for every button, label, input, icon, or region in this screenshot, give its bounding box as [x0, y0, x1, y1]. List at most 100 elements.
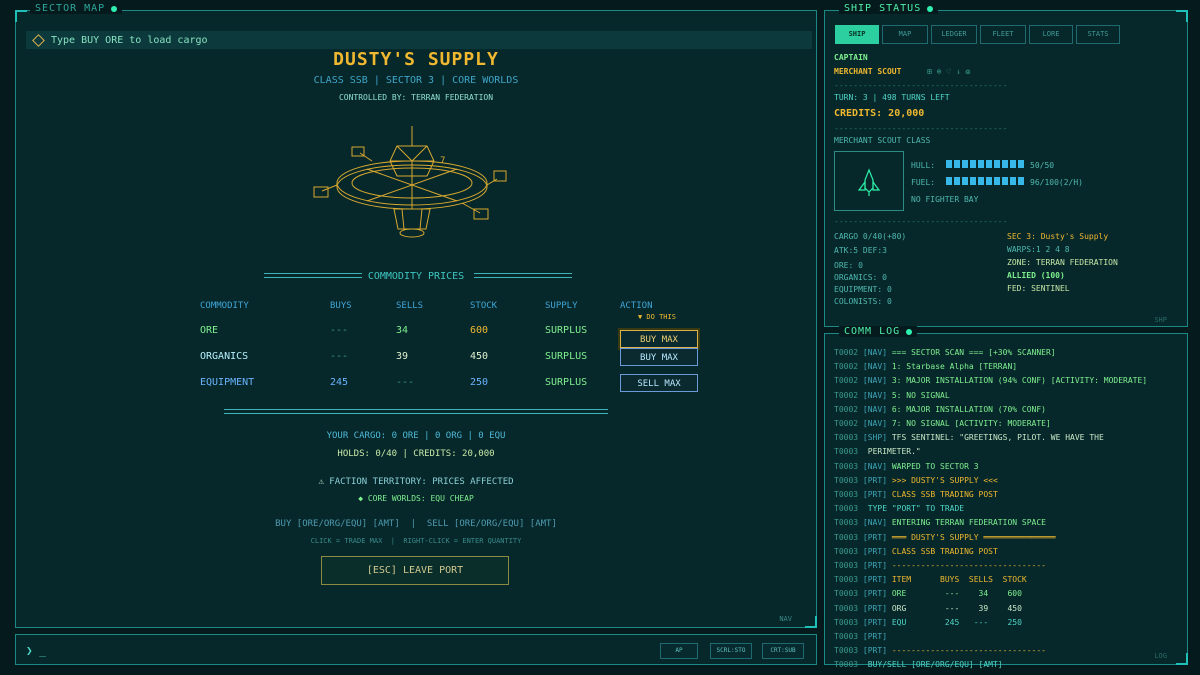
tab-stats[interactable]: STATS: [1076, 25, 1120, 44]
log-tag-label: [PRT]: [862, 589, 888, 599]
bar-segment: [962, 177, 968, 185]
log-timestamp: T0003: [834, 575, 859, 585]
current-sector: SEC 3: Dusty's Supply: [1007, 232, 1109, 241]
leave-port-button[interactable]: [ESC] LEAVE PORT: [321, 556, 509, 585]
ship-module-icons: ⊞ ⊕ ♡ ⇂ ❂: [927, 67, 971, 76]
key-hint-ap[interactable]: AP: [660, 643, 698, 659]
captain-rank: CAPTAIN: [834, 53, 868, 62]
log-timestamp: T0002: [834, 419, 859, 428]
command-input[interactable]: ❯ _: [26, 644, 46, 657]
log-tag-label: [PRT]: [862, 475, 888, 485]
log-entry: T0003 [PRT]: [834, 632, 892, 641]
log-entry: T0002 [NAV] 5: NO SIGNAL: [834, 391, 950, 400]
log-timestamp: T0002: [834, 390, 859, 400]
buys-price: 245: [330, 377, 349, 388]
tab-map[interactable]: MAP: [882, 25, 928, 44]
tab-ship[interactable]: SHIP: [835, 25, 879, 44]
sells-price: 39: [396, 351, 409, 362]
sell-max-equipment-button[interactable]: SELL MAX: [620, 374, 698, 392]
log-message: 1: Starbase Alpha [TERRAN]: [891, 362, 1018, 372]
warp-list: WARPS:1 2 4 8: [1007, 245, 1070, 254]
log-entry: T0002 [NAV] 6: MAJOR INSTALLATION (70% C…: [834, 405, 1046, 414]
tab-lore[interactable]: LORE: [1029, 25, 1073, 44]
hint-bar: Type BUY ORE to load cargo: [26, 31, 812, 49]
hull-label: HULL:: [911, 161, 936, 170]
log-tag-label: [NAV]: [862, 518, 888, 528]
log-entry: T0003 [PRT] ITEM BUYS SELLS STOCK: [834, 575, 1027, 584]
supply-status: SURPLUS: [545, 325, 588, 336]
log-entry: T0002 [NAV] 1: Starbase Alpha [TERRAN]: [834, 362, 1017, 371]
log-timestamp: T0003: [834, 532, 859, 542]
table-row: EQUIPMENT 245 --- 250 SURPLUS SELL MAX: [186, 373, 746, 393]
key-hint-submit[interactable]: CRT:SUB: [762, 643, 804, 659]
log-message: 3: MAJOR INSTALLATION (94% CONF) [ACTIVI…: [891, 376, 1148, 386]
log-tag-label: [NAV]: [862, 362, 888, 372]
diamond-bullet-icon: ◆: [358, 494, 364, 503]
log-tag-label: [NAV]: [862, 404, 888, 414]
bar-segment: [994, 177, 1000, 185]
cargo-ore: ORE: 0: [834, 261, 863, 270]
log-entry: T0003 [PRT] EQU 245 --- 250: [834, 618, 1022, 627]
log-entry: T0003 [PRT] CLASS SSB TRADING POST: [834, 547, 998, 556]
log-message: ORE --- 34 600: [891, 589, 1022, 599]
status-dot-icon: [927, 5, 934, 12]
log-message: BUY/SELL [ORE/ORG/EQU] [AMT]: [867, 660, 1003, 670]
turn-counter: TURN: 3 | 498 TURNS LEFT: [834, 93, 950, 102]
cargo-capacity: CARGO 0/40(+80): [834, 232, 907, 241]
sector-map-title: SECTOR MAP: [30, 3, 123, 14]
log-timestamp: T0003: [834, 546, 859, 556]
log-entry: T0003 [NAV] ENTERING TERRAN FEDERATION S…: [834, 518, 1046, 527]
cargo-organics: ORGANICS: 0: [834, 273, 887, 282]
log-message: CLASS SSB TRADING POST: [891, 490, 998, 499]
faction-warning: ⚠ FACTION TERRITORY: PRICES AFFECTED: [16, 477, 816, 487]
do-this-hint: ▼ DO THIS: [638, 313, 676, 321]
comm-log-panel: COMM LOG T0002 [NAV] === SECTOR SCAN ===…: [824, 326, 1188, 669]
bar-segment: [946, 177, 952, 185]
log-message: --------------------------------: [891, 561, 1046, 570]
credits-value: CREDITS: 20,000: [834, 108, 925, 119]
ship-portrait: [834, 151, 904, 211]
tab-ledger[interactable]: LEDGER: [931, 25, 977, 44]
ship-class: MERCHANT SCOUT CLASS: [834, 136, 931, 145]
ship-name: MERCHANT SCOUT: [834, 67, 902, 76]
key-hint-scroll[interactable]: SCRL:STO: [710, 643, 752, 659]
log-timestamp: T0003: [834, 617, 859, 627]
tab-fleet[interactable]: FLEET: [980, 25, 1026, 44]
hull-bar: [946, 160, 1024, 168]
space-station-icon: 7: [313, 126, 507, 238]
bar-segment: [1018, 160, 1024, 168]
commodity-prices-title: COMMODITY PRICES: [367, 271, 465, 282]
warning-icon: ⚠: [318, 477, 324, 487]
ship-icon: [857, 168, 881, 196]
port-class: CLASS SSB | SECTOR 3 | CORE WORLDS: [313, 75, 519, 86]
hull-value: 50/50: [1030, 161, 1055, 170]
log-tag-label: [SHP]: [862, 433, 888, 443]
log-tag-label: [NAV]: [862, 390, 888, 400]
log-tag-label: [PRT]: [862, 575, 888, 585]
log-timestamp: T0003: [834, 447, 859, 457]
divider: [224, 409, 608, 414]
bar-segment: [1010, 160, 1016, 168]
status-dot-icon: [111, 5, 118, 12]
fuel-label: FUEL:: [911, 178, 936, 187]
log-entry: T0003 [SHP] TFS SENTINEL: "GREETINGS, PI…: [834, 433, 1104, 442]
corner-decoration: [805, 616, 817, 628]
buy-max-ore-button[interactable]: BUY MAX: [620, 330, 698, 348]
header-commodity: COMMODITY: [200, 301, 249, 311]
sector-map-title-text: SECTOR MAP: [35, 3, 106, 14]
log-message: === SECTOR SCAN === [+30% SCANNER]: [891, 348, 1056, 357]
bar-segment: [946, 160, 952, 168]
log-entry: T0003 TYPE "PORT" TO TRADE: [834, 504, 964, 513]
log-timestamp: T0003: [834, 603, 859, 613]
supply-status: SURPLUS: [545, 377, 588, 388]
divider: [474, 273, 572, 278]
header-supply: SUPPLY: [545, 301, 578, 311]
bar-segment: [1002, 177, 1008, 185]
header-buys: BUYS: [330, 301, 352, 311]
log-message: ═══ DUSTY'S SUPPLY ═══════════════: [891, 532, 1056, 542]
log-entry: T0003 [PRT] ----------------------------…: [834, 561, 1046, 570]
log-tag-label: [PRT]: [862, 603, 888, 613]
log-tag-label: [PRT]: [862, 561, 888, 570]
fuel-bar: [946, 177, 1024, 185]
buy-max-organics-button[interactable]: BUY MAX: [620, 348, 698, 366]
